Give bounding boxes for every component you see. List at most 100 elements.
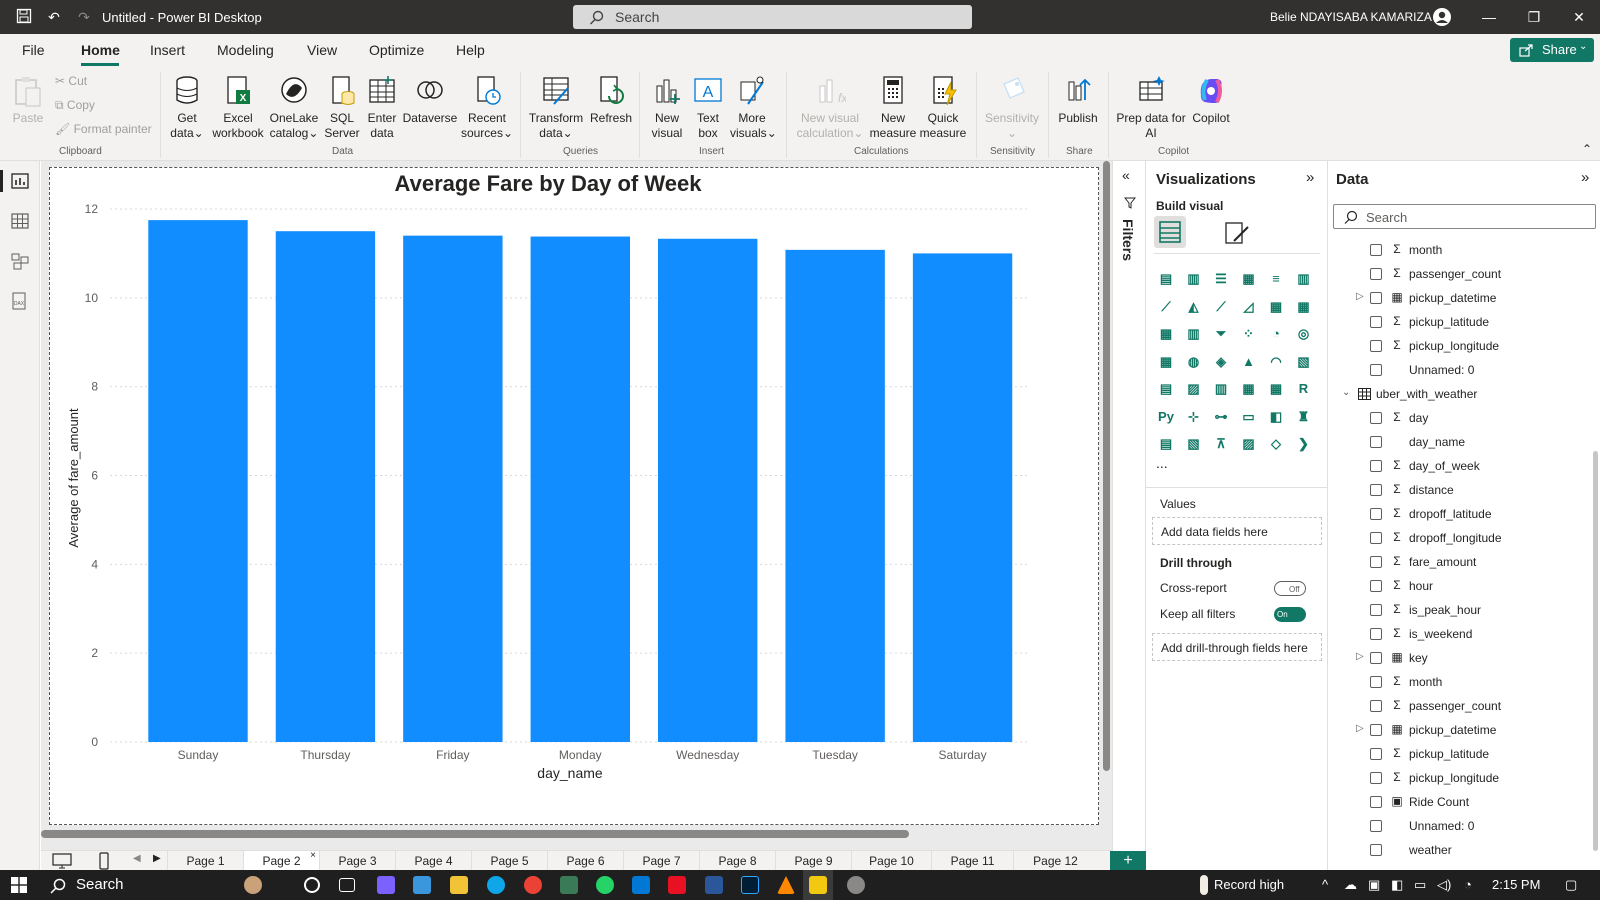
collapse-visualizations-icon[interactable]: »: [1306, 169, 1314, 186]
model-view-icon[interactable]: [10, 251, 30, 271]
cloud-icon[interactable]: ☁: [1344, 877, 1357, 893]
save-icon[interactable]: [15, 8, 33, 26]
field-checkbox[interactable]: [1370, 436, 1382, 448]
bar-chart[interactable]: Average Fare by Day of Week 0 2 4 6 8 10 12 Su…: [50, 168, 1098, 824]
cortana-icon[interactable]: [304, 877, 320, 893]
build-visual-tab[interactable]: [1154, 216, 1186, 248]
line-visual-icon[interactable]: ⟋: [1156, 297, 1176, 317]
field-checkbox[interactable]: [1370, 700, 1382, 712]
page-tab-4[interactable]: Page 4: [395, 851, 471, 871]
field-checkbox[interactable]: [1370, 508, 1382, 520]
menu-file[interactable]: File: [22, 42, 45, 58]
stacked-area-visual-icon[interactable]: ⟋: [1211, 297, 1231, 317]
filters-pane-collapsed[interactable]: « Filters: [1112, 161, 1145, 870]
more-visuals-button[interactable]: More visuals⌄: [730, 74, 777, 141]
windows-start-icon[interactable]: [11, 877, 27, 893]
close-page-icon[interactable]: ×: [310, 846, 316, 866]
copy-button[interactable]: ⧉ Copy: [55, 98, 95, 113]
power-apps-visual-icon[interactable]: ▨: [1239, 434, 1259, 454]
field-checkbox[interactable]: [1370, 820, 1382, 832]
menu-view[interactable]: View: [307, 42, 337, 58]
field-item[interactable]: Σpickup_latitude: [1328, 313, 1588, 333]
undo-icon[interactable]: ↶: [45, 8, 63, 26]
drill-through-drop-zone[interactable]: Add drill-through fields here: [1152, 633, 1322, 661]
narrative-visual-icon[interactable]: ❯: [1294, 434, 1314, 454]
publish-button[interactable]: Publish: [1056, 74, 1100, 126]
photoshop-icon[interactable]: [741, 876, 759, 894]
more-visuals-ellipsis[interactable]: ...: [1156, 455, 1168, 471]
field-item[interactable]: ▣ Ride Count: [1328, 793, 1588, 813]
page-tab-7[interactable]: Page 7: [623, 851, 699, 871]
field-item[interactable]: Unnamed: 0: [1328, 817, 1588, 837]
field-checkbox[interactable]: [1370, 316, 1382, 328]
field-item[interactable]: Σis_weekend: [1328, 625, 1588, 645]
vlc-icon[interactable]: [777, 876, 795, 894]
page-tab-12[interactable]: Page 12: [1013, 851, 1097, 871]
get-data-button[interactable]: Get data⌄: [166, 74, 208, 141]
store-icon[interactable]: [413, 876, 431, 894]
map-visual-icon[interactable]: ◍: [1184, 352, 1204, 372]
stacked-bar-visual-icon[interactable]: ▤: [1156, 269, 1176, 289]
field-item[interactable]: Σdistance: [1328, 481, 1588, 501]
collapse-data-icon[interactable]: »: [1581, 169, 1589, 186]
recent-sources-button[interactable]: Recent sources⌄: [460, 74, 514, 141]
area-visual-icon[interactable]: ◭: [1184, 297, 1204, 317]
page-tab-1[interactable]: Page 1: [167, 851, 243, 871]
field-item[interactable]: ▷ ▦ key: [1328, 649, 1588, 669]
slicer-visual-icon[interactable]: ▥: [1211, 379, 1231, 399]
power-automate-visual-icon[interactable]: ◇: [1266, 434, 1286, 454]
line-clustered-visual-icon[interactable]: ▦: [1266, 297, 1286, 317]
canvas-vertical-scrollbar[interactable]: [1103, 161, 1111, 771]
whatsapp-icon[interactable]: [596, 876, 614, 894]
field-checkbox[interactable]: [1370, 580, 1382, 592]
dataverse-button[interactable]: Dataverse: [402, 74, 458, 126]
field-item[interactable]: ▷ ▦ pickup_datetime: [1328, 289, 1588, 309]
chevron-up-icon[interactable]: ^: [1322, 877, 1328, 892]
share-button[interactable]: Share ⌄: [1510, 38, 1594, 62]
field-item[interactable]: Σdropoff_longitude: [1328, 529, 1588, 549]
table-item[interactable]: ⌄ uber_with_weather: [1328, 385, 1588, 405]
field-item[interactable]: Unnamed: 0: [1328, 361, 1588, 381]
collapse-ribbon-icon[interactable]: ⌃: [1582, 142, 1592, 156]
field-item[interactable]: Σpickup_latitude: [1328, 745, 1588, 765]
field-item[interactable]: Σfare_amount: [1328, 553, 1588, 573]
field-item[interactable]: Σday_of_week: [1328, 457, 1588, 477]
gauge-visual-icon[interactable]: ◠: [1266, 352, 1286, 372]
field-checkbox[interactable]: [1370, 268, 1382, 280]
onelake-catalog-button[interactable]: OneLake catalog⌄: [268, 74, 320, 141]
text-box-button[interactable]: A Text box: [690, 74, 726, 141]
field-checkbox[interactable]: [1370, 724, 1382, 736]
sensitivity-button[interactable]: Sensitivity ⌄: [982, 74, 1042, 141]
field-checkbox[interactable]: [1370, 556, 1382, 568]
field-checkbox[interactable]: [1370, 340, 1382, 352]
funnel-2-visual-icon[interactable]: ⏷: [1211, 324, 1231, 344]
copilot-button[interactable]: Copilot: [1188, 74, 1234, 126]
transform-data-button[interactable]: Transform data⌄: [526, 74, 586, 141]
wifi-icon[interactable]: ◔: [1464, 877, 1472, 892]
field-item[interactable]: Σpassenger_count: [1328, 265, 1588, 285]
clustered-bar-visual-icon[interactable]: ☰: [1211, 269, 1231, 289]
menu-optimize[interactable]: Optimize: [369, 42, 424, 58]
page-tab-6[interactable]: Page 6: [547, 851, 623, 871]
expand-filters-icon[interactable]: «: [1122, 167, 1130, 183]
field-checkbox[interactable]: [1370, 484, 1382, 496]
canvas-horizontal-scrollbar[interactable]: [41, 830, 909, 838]
title-search-input[interactable]: Search: [573, 5, 972, 29]
chevron-right-icon[interactable]: ▷: [1356, 291, 1364, 302]
page-tab-9[interactable]: Page 9: [775, 851, 851, 871]
100-bar-visual-icon[interactable]: ≡: [1266, 269, 1286, 289]
field-item[interactable]: Σday: [1328, 409, 1588, 429]
task-view-icon[interactable]: [339, 878, 355, 892]
field-item[interactable]: Σdropoff_latitude: [1328, 505, 1588, 525]
field-checkbox[interactable]: [1370, 748, 1382, 760]
avatar-icon[interactable]: [1432, 7, 1451, 26]
metrics-visual-icon[interactable]: ♜: [1294, 407, 1314, 427]
field-checkbox[interactable]: [1370, 364, 1382, 376]
app-icon[interactable]: [847, 876, 865, 894]
notifications-icon[interactable]: ▢: [1565, 877, 1577, 893]
maximize-icon[interactable]: ❐: [1523, 8, 1545, 26]
field-checkbox[interactable]: [1370, 844, 1382, 856]
field-checkbox[interactable]: [1370, 676, 1382, 688]
page-tab-2[interactable]: Page 2 ×: [243, 850, 319, 871]
page-tab-3[interactable]: Page 3: [319, 851, 395, 871]
